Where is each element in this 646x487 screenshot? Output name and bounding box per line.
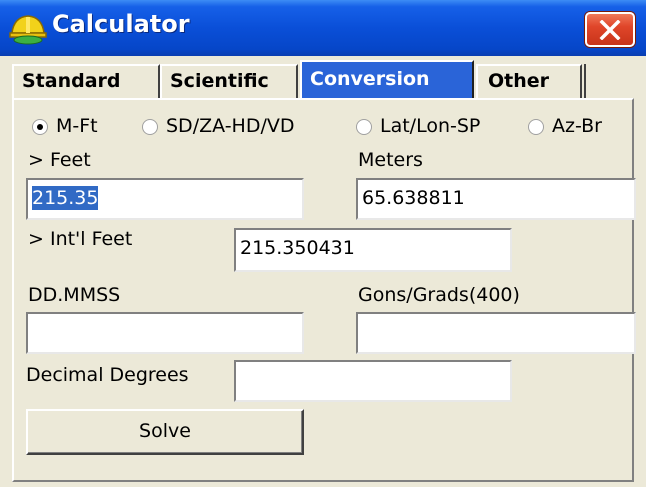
- radio-indicator[interactable]: [356, 119, 372, 135]
- close-button[interactable]: [585, 12, 635, 47]
- title-bar[interactable]: Calculator: [0, 0, 646, 56]
- radio-lat-lon-sp[interactable]: Lat/Lon-SP: [356, 115, 526, 143]
- tab-other[interactable]: Other: [476, 64, 582, 98]
- decimal-degrees-label: Decimal Degrees: [26, 364, 189, 386]
- decimal-degrees-field[interactable]: [234, 360, 512, 402]
- feet-value: 215.35: [32, 186, 99, 210]
- tab-divider: [584, 64, 586, 98]
- radio-indicator[interactable]: [142, 119, 158, 135]
- meters-value: 65.638811: [362, 187, 465, 209]
- tab-label: Scientific: [170, 70, 269, 92]
- tab-scientific[interactable]: Scientific: [160, 64, 298, 98]
- tab-standard[interactable]: Standard: [12, 64, 160, 98]
- meters-field[interactable]: 65.638811: [356, 178, 636, 220]
- radio-label: Lat/Lon-SP: [380, 115, 481, 137]
- meters-label: Meters: [358, 149, 423, 171]
- calculator-window: Calculator Standard Scientific Conversio…: [0, 0, 646, 487]
- window-title: Calculator: [52, 10, 190, 38]
- radio-label: M-Ft: [56, 115, 98, 137]
- radio-sd-za-hd-vd[interactable]: SD/ZA-HD/VD: [142, 115, 342, 143]
- feet-label: > Feet: [28, 149, 91, 171]
- tab-label: Other: [488, 70, 550, 92]
- intl-feet-value: 215.350431: [240, 237, 355, 259]
- dd-mmss-label: DD.MMSS: [28, 284, 121, 306]
- intl-feet-label: > Int'l Feet: [28, 228, 133, 250]
- radio-label: SD/ZA-HD/VD: [166, 115, 295, 137]
- tab-conversion[interactable]: Conversion: [300, 60, 474, 100]
- radio-label: Az-Br: [552, 115, 602, 137]
- gons-label: Gons/Grads(400): [358, 284, 520, 306]
- dd-mmss-field[interactable]: [26, 312, 304, 354]
- tab-label: Standard: [22, 70, 121, 92]
- radio-az-br[interactable]: Az-Br: [528, 115, 624, 143]
- hardhat-icon: [9, 15, 47, 45]
- tab-label: Conversion: [310, 68, 430, 90]
- radio-indicator[interactable]: [528, 119, 544, 135]
- solve-label: Solve: [139, 420, 191, 442]
- intl-feet-field[interactable]: 215.350431: [234, 228, 512, 272]
- feet-field[interactable]: 215.35: [26, 178, 304, 220]
- gons-field[interactable]: [356, 312, 636, 354]
- close-icon: [599, 20, 621, 40]
- radio-indicator[interactable]: [32, 119, 48, 135]
- radio-m-ft[interactable]: M-Ft: [32, 115, 132, 143]
- solve-button[interactable]: Solve: [26, 409, 304, 455]
